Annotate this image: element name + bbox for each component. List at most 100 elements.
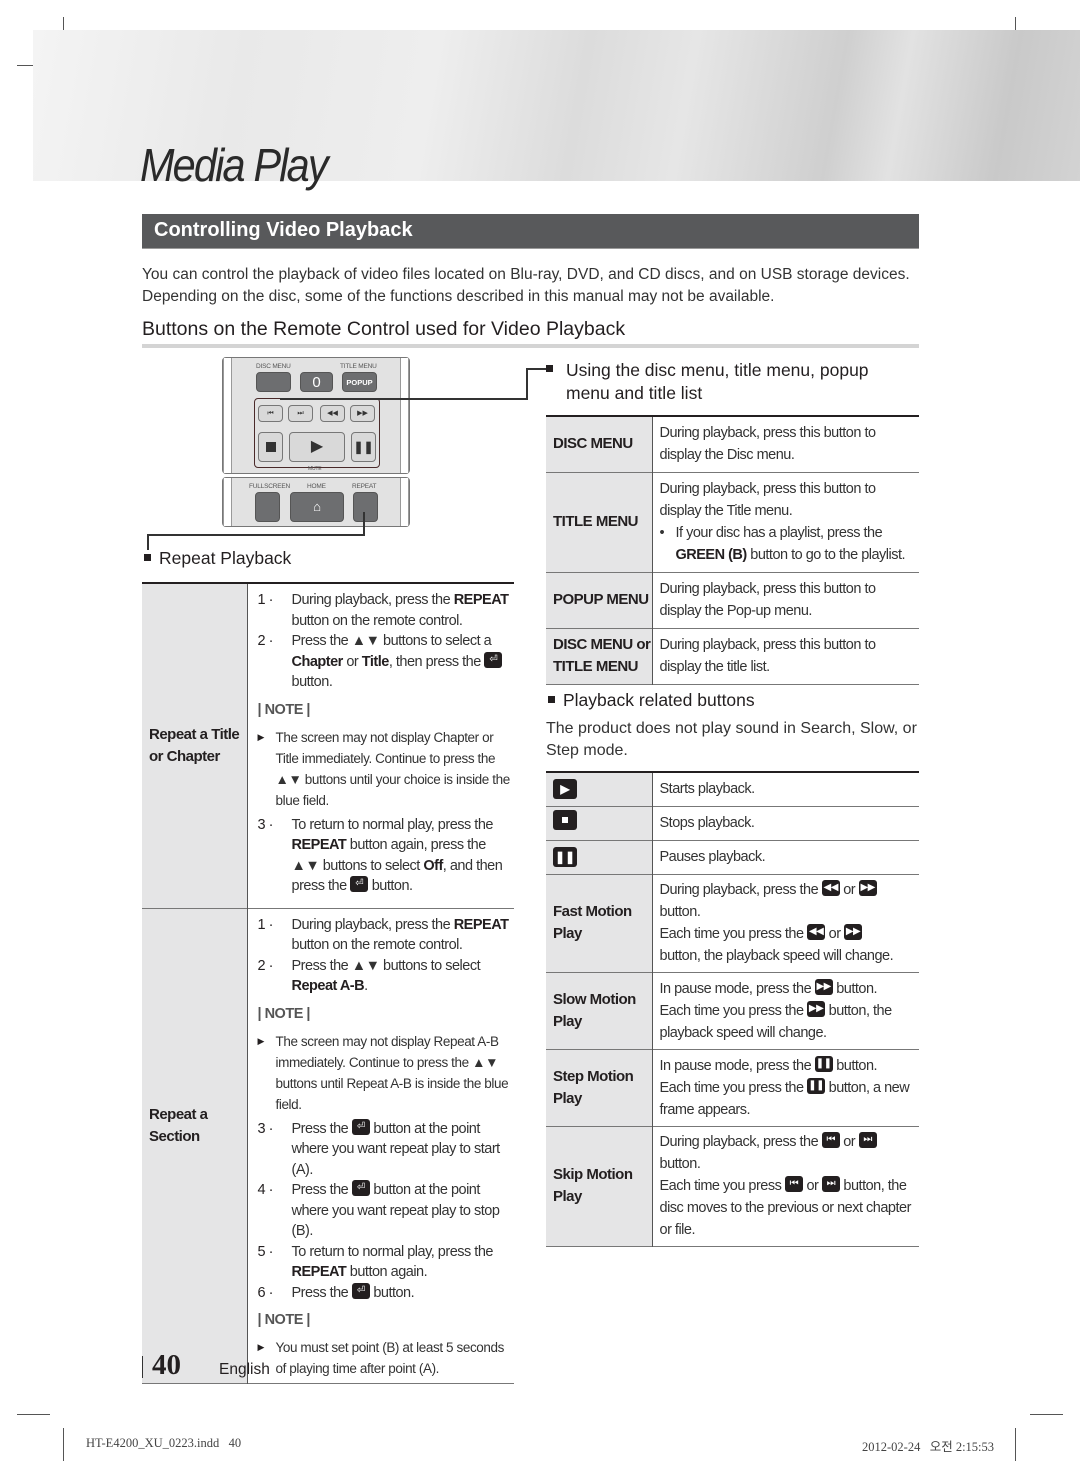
note-text: You must set point (B) at least 5 second… bbox=[275, 1340, 505, 1376]
button-description: In pause mode, press the ▶▶ button. Each… bbox=[652, 972, 919, 1049]
label-line1: Repeat a bbox=[149, 1105, 208, 1123]
step-5: 5 · To return to normal play, press the R… bbox=[258, 1242, 511, 1283]
remote-edge bbox=[400, 478, 409, 526]
skip-forward-button[interactable]: ⏭ bbox=[288, 405, 313, 422]
text: Press the ▲▼ buttons to select bbox=[291, 957, 481, 974]
text: button. bbox=[371, 878, 413, 894]
stop-button[interactable] bbox=[258, 432, 283, 462]
desc-text: button. bbox=[659, 1156, 701, 1172]
subheading-rule bbox=[142, 344, 919, 348]
step-text: Press the ▲▼ buttons to select a Chapter… bbox=[292, 631, 511, 693]
desc-text: button. bbox=[836, 980, 878, 997]
fullscreen-label: FULLSCREEN bbox=[249, 483, 290, 490]
or-text: or bbox=[806, 1178, 819, 1194]
remote-upper-body: DISC MENU TITLE MENU 0 POPUP ⏮ ⏭ ◀◀ ▶▶ ▶… bbox=[222, 357, 410, 474]
step-3: 3 · Press the ⏎ button at the point where… bbox=[258, 1118, 511, 1181]
button-icon-cell: ❚❚ bbox=[546, 840, 653, 874]
repeat-mode-label: Repeat a Title or Chapter bbox=[142, 583, 248, 908]
stop-icon bbox=[266, 442, 276, 452]
table-row: Step Motion Play In pause mode, press the… bbox=[546, 1049, 919, 1126]
remote-lower-body: FULLSCREEN HOME REPEAT ⌂ bbox=[222, 477, 410, 527]
fast-forward-button[interactable]: ▶▶ bbox=[350, 405, 375, 422]
table-row: POPUP MENU During playback, press this b… bbox=[546, 572, 919, 628]
pause-button[interactable]: ❚❚ bbox=[351, 432, 376, 462]
bullet-text: If your disc has a playlist, press the G… bbox=[676, 522, 916, 566]
pause-icon: ❚❚ bbox=[553, 847, 577, 867]
disc-menu-label: DISC MENU bbox=[256, 363, 291, 370]
button-description: During playback, press this button to di… bbox=[659, 425, 877, 464]
button-name: Fast Motion Play bbox=[546, 874, 653, 972]
connector-line bbox=[280, 398, 528, 400]
step-6: 6 · Press the ⏎ button. bbox=[258, 1282, 511, 1304]
desc-text: In pause mode, press the bbox=[659, 1057, 812, 1074]
desc-text: Each time you press bbox=[659, 1178, 782, 1194]
step-number: 1 · bbox=[257, 592, 274, 608]
zero-button[interactable]: 0 bbox=[300, 372, 333, 392]
text: To return to normal play, press the bbox=[291, 1243, 494, 1260]
bold-text: Off bbox=[423, 857, 443, 874]
table-row: ❚❚ Pauses playback. bbox=[546, 840, 919, 874]
connector-line bbox=[363, 512, 365, 536]
note-arrow-icon: ▶ bbox=[257, 1035, 265, 1046]
repeat-label: REPEAT bbox=[352, 483, 377, 490]
enter-icon: ⏎ bbox=[350, 876, 369, 893]
bold-text: REPEAT bbox=[291, 837, 347, 853]
enter-icon: ⏎ bbox=[484, 651, 503, 668]
label-line2: Play bbox=[553, 1188, 582, 1205]
popup-button[interactable]: POPUP bbox=[342, 372, 377, 392]
step-text: During playback, press the REPEAT button… bbox=[292, 590, 511, 631]
text: or bbox=[346, 653, 359, 670]
page-language: English bbox=[219, 1361, 270, 1378]
text: button again. bbox=[349, 1264, 428, 1280]
play-button[interactable]: ▶ bbox=[289, 432, 345, 462]
menu-buttons-table: DISC MENU During playback, press this bu… bbox=[546, 415, 919, 685]
menu-heading-line1: Using the disc menu, title menu, popup bbox=[566, 360, 869, 380]
step-text: Press the ⏎ button at the point where yo… bbox=[292, 1180, 511, 1242]
home-button[interactable]: ⌂ bbox=[290, 492, 344, 522]
button-description: During playback, press the ◀◀ or ▶▶ butt… bbox=[652, 874, 919, 972]
text: Press the bbox=[291, 1284, 349, 1301]
repeat-mode-label: Repeat a Section bbox=[142, 908, 248, 1384]
step-number: 3 · bbox=[257, 816, 274, 833]
rewind-icon: ◀◀ bbox=[807, 924, 826, 941]
desc-text: button, the playback speed will change. bbox=[659, 948, 894, 964]
subheading: Buttons on the Remote Control used for V… bbox=[142, 318, 626, 340]
step-4: 4 · Press the ⏎ button at the point where… bbox=[258, 1180, 511, 1242]
button-name: TITLE MENU bbox=[546, 472, 653, 572]
rewind-button[interactable]: ◀◀ bbox=[320, 405, 345, 422]
button-name: POPUP MENU bbox=[546, 572, 653, 628]
button-description: Stops playback. bbox=[659, 815, 755, 831]
table-row: Skip Motion Play During playback, press t… bbox=[546, 1126, 919, 1246]
button-name: DISC MENU bbox=[546, 416, 653, 472]
crop-mark bbox=[1030, 1414, 1063, 1415]
section-title-bar: Controlling Video Playback bbox=[142, 214, 919, 249]
button-icon-cell bbox=[546, 806, 653, 840]
step-text: During playback, press the REPEAT button… bbox=[292, 915, 511, 956]
step-number: 5 · bbox=[257, 1243, 274, 1260]
connector-line bbox=[526, 368, 528, 400]
footer-filename: HT-E4200_XU_0223.indd 40 bbox=[86, 1436, 242, 1450]
button-description: During playback, press the ⏮ or ⏭ button… bbox=[652, 1126, 919, 1246]
fast-forward-icon: ▶▶ bbox=[807, 1000, 826, 1017]
play-icon: ▶ bbox=[553, 779, 577, 800]
title-menu-label: TITLE MENU bbox=[340, 363, 377, 370]
label-line1: Repeat a Title bbox=[149, 725, 240, 743]
button-name-line1: DISC MENU or bbox=[553, 636, 651, 653]
bold-text: Title bbox=[361, 653, 390, 670]
table-row: DISC MENU During playback, press this bu… bbox=[546, 416, 919, 472]
bold-text: Repeat A-B bbox=[291, 978, 365, 994]
enter-icon: ⏎ bbox=[351, 1282, 370, 1299]
skip-back-button[interactable]: ⏮ bbox=[258, 405, 283, 422]
crop-mark bbox=[63, 1428, 64, 1461]
skip-forward-icon: ⏭ bbox=[297, 410, 304, 417]
label-line1: Slow Motion bbox=[553, 990, 636, 1008]
step-1: 1 · During playback, press the REPEAT but… bbox=[258, 590, 511, 631]
text: button. bbox=[373, 1284, 415, 1301]
disc-menu-button[interactable] bbox=[256, 372, 291, 392]
pause-icon: ❚❚ bbox=[814, 1055, 833, 1072]
fullscreen-button[interactable] bbox=[255, 492, 280, 522]
repeat-button[interactable] bbox=[353, 492, 378, 522]
bold-text: Chapter bbox=[291, 653, 344, 670]
play-icon: ▶ bbox=[310, 438, 324, 455]
button-name-line2: TITLE MENU bbox=[553, 658, 638, 675]
